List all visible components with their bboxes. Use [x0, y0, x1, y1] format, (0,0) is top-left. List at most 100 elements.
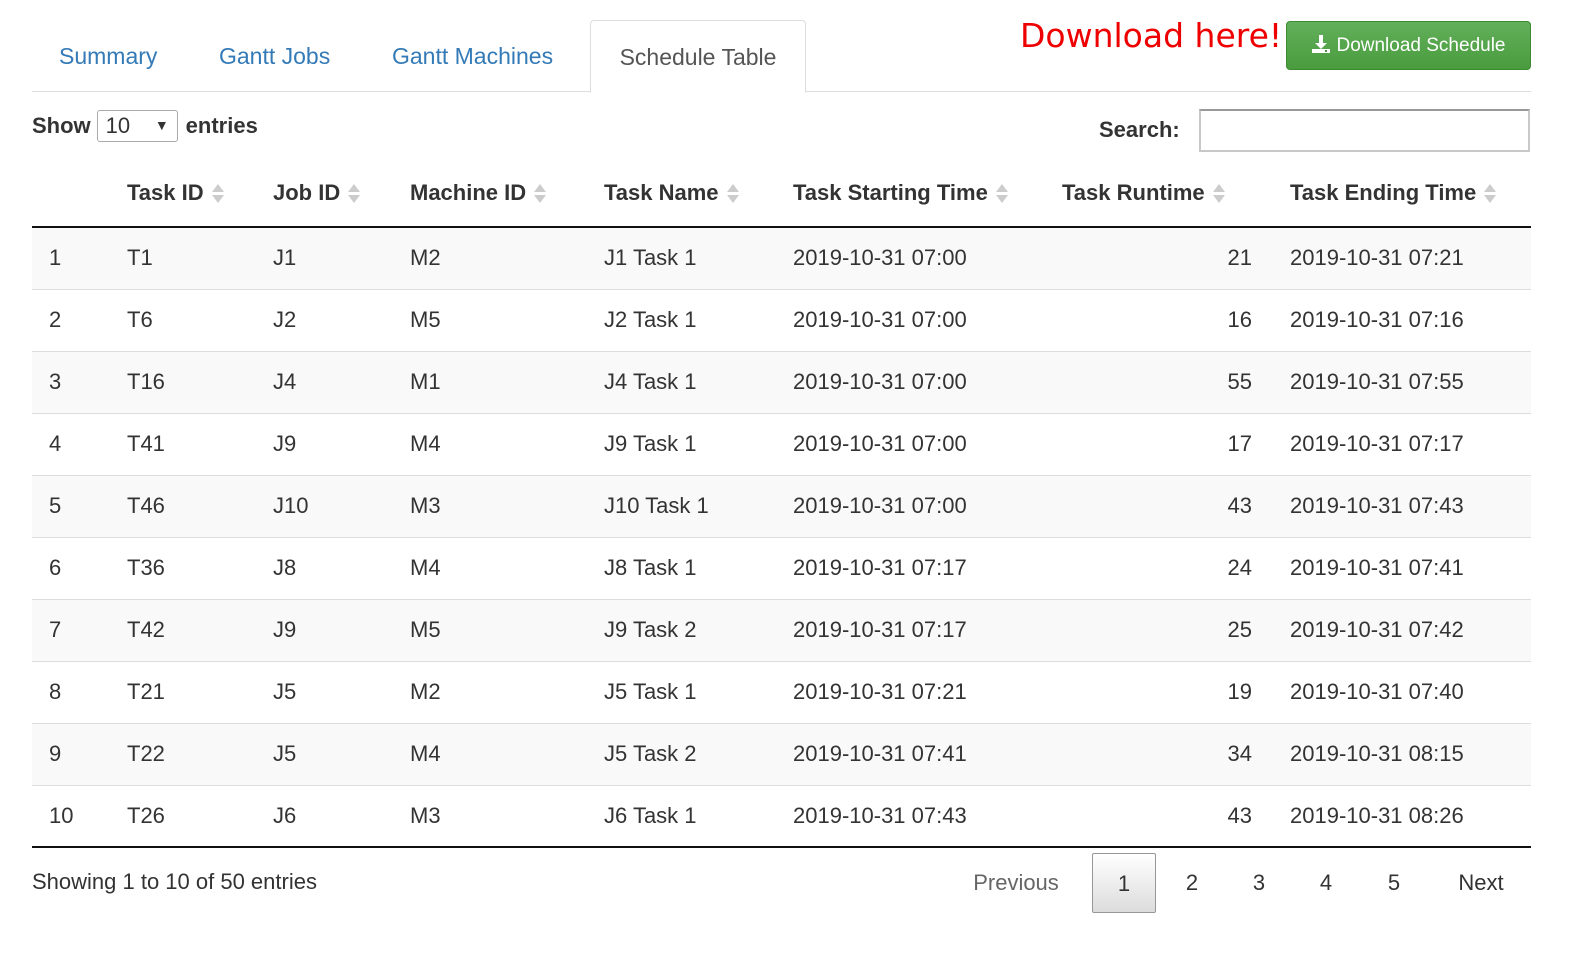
- table-cell: 2: [32, 288, 110, 351]
- page-button-4[interactable]: 4: [1294, 853, 1358, 913]
- table-cell: 2019-10-31 07:17: [775, 598, 1046, 661]
- table-cell: 24: [1046, 536, 1274, 599]
- table-cell: T46: [110, 474, 257, 537]
- table-cell: J5 Task 1: [586, 660, 775, 723]
- table-cell: 2019-10-31 07:40: [1274, 660, 1531, 723]
- table-cell: J1 Task 1: [604, 245, 697, 271]
- table-cell: 16: [1046, 288, 1274, 351]
- table-cell: 2019-10-31 08:15: [1274, 722, 1531, 785]
- sort-icon: [1484, 183, 1497, 205]
- table-cell: 2019-10-31 07:00: [775, 412, 1046, 475]
- column-header-task-runtime[interactable]: Task Runtime: [1046, 160, 1274, 228]
- table-cell: T22: [110, 722, 257, 785]
- table-cell: J8 Task 1: [586, 536, 775, 599]
- table-cell: 2019-10-31 07:00: [775, 350, 1046, 413]
- next-page-button[interactable]: Next: [1439, 853, 1523, 913]
- column-header-job-id[interactable]: Job ID: [257, 160, 394, 228]
- table-cell: 43: [1046, 784, 1274, 848]
- table-row: 3 T16 J4 M1 J4 Task 1 2019-10-31 07:00 55 2019-…: [32, 350, 1531, 413]
- table-cell: J10 Task 1: [586, 474, 775, 537]
- table-cell: 2019-10-31 07:16: [1274, 288, 1531, 351]
- table-cell: 2019-10-31 07:00: [775, 288, 1046, 351]
- length-entries-label: entries: [185, 113, 258, 138]
- search-input[interactable]: [1199, 109, 1530, 152]
- sort-icon: [348, 183, 361, 205]
- page-button-2[interactable]: 2: [1160, 853, 1224, 913]
- table-cell: 2019-10-31 07:43: [775, 784, 1046, 848]
- previous-page-button[interactable]: Previous: [948, 853, 1084, 913]
- table-cell: J2 Task 1: [586, 288, 775, 351]
- tab-gantt-machines[interactable]: Gantt Machines: [366, 20, 579, 92]
- column-header-task-id[interactable]: Task ID: [110, 160, 257, 228]
- table-cell: 2019-10-31 07:43: [1274, 474, 1531, 537]
- download-schedule-button[interactable]: Download Schedule: [1286, 21, 1531, 70]
- table-cell: J9: [257, 412, 394, 475]
- table-cell: 25: [1046, 598, 1274, 661]
- table-cell: J5 Task 2: [586, 722, 775, 785]
- table-cell: J5: [257, 722, 394, 785]
- table-row: 8 T21 J5 M2 J5 Task 1 2019-10-31 07:21 19 2019-…: [32, 660, 1531, 723]
- sort-icon: [726, 183, 739, 205]
- table-cell: 2019-10-31 07:41: [775, 722, 1046, 785]
- table-cell: 2019-10-31 07:21: [1290, 245, 1464, 271]
- tab-summary[interactable]: Summary: [33, 20, 183, 92]
- column-header-task-starting-time[interactable]: Task Starting Time: [775, 160, 1046, 228]
- table-cell: J5: [257, 660, 394, 723]
- table-cell: M4: [394, 722, 586, 785]
- caret-down-icon: ▼: [154, 117, 169, 133]
- table-cell: 2019-10-31 07:42: [1274, 598, 1531, 661]
- table-cell: 8: [32, 660, 110, 723]
- column-header-machine-id[interactable]: Machine ID: [394, 160, 586, 228]
- table-header-row: Task ID Job ID Machine ID Task Name Task…: [32, 160, 1531, 228]
- table-cell: 2019-10-31 07:00: [775, 474, 1046, 537]
- table-cell: 7: [32, 598, 110, 661]
- table-row: 6 T36 J8 M4 J8 Task 1 2019-10-31 07:17 24 2019-…: [32, 536, 1531, 599]
- sort-icon: [211, 183, 224, 205]
- table-cell: 9: [32, 722, 110, 785]
- entries-per-page-value: 10: [105, 113, 131, 138]
- table-cell: 21: [1227, 245, 1252, 271]
- table-cell: T36: [110, 536, 257, 599]
- table-cell: J1: [273, 245, 297, 271]
- table-cell: M3: [394, 474, 586, 537]
- table-row: 7 T42 J9 M5 J9 Task 2 2019-10-31 07:17 25 2019-…: [32, 598, 1531, 661]
- table-row: 10 T26 J6 M3 J6 Task 1 2019-10-31 07:43 43 2019…: [32, 784, 1531, 848]
- table-cell: 10: [32, 784, 110, 848]
- length-menu: Show 10 ▼ entries: [32, 110, 258, 142]
- page-button-1[interactable]: 1: [1092, 853, 1156, 913]
- table-cell: 2019-10-31 08:26: [1274, 784, 1531, 848]
- sort-icon: [995, 183, 1008, 205]
- table-row: 9 T22 J5 M4 J5 Task 2 2019-10-31 07:41 34 2019-…: [32, 722, 1531, 785]
- column-header-task-ending-time[interactable]: Task Ending Time: [1274, 160, 1531, 228]
- table-cell: 6: [32, 536, 110, 599]
- table-cell: 4: [32, 412, 110, 475]
- table-cell: J2: [257, 288, 394, 351]
- table-cell: T21: [110, 660, 257, 723]
- download-annotation: Download here!: [1020, 16, 1283, 55]
- table-cell: M2: [410, 245, 441, 271]
- page-button-3[interactable]: 3: [1227, 853, 1291, 913]
- table-cell: T26: [110, 784, 257, 848]
- tab-schedule-table[interactable]: Schedule Table: [590, 20, 806, 93]
- table-row: 5 T46 J10 M3 J10 Task 1 2019-10-31 07:00 43 201…: [32, 474, 1531, 537]
- column-header-index[interactable]: [32, 160, 110, 228]
- page-button-5[interactable]: 5: [1362, 853, 1426, 913]
- table-cell: T1: [127, 245, 153, 271]
- table-cell: M5: [394, 288, 586, 351]
- table-cell: J4 Task 1: [586, 350, 775, 413]
- column-header-task-name[interactable]: Task Name: [586, 160, 775, 228]
- sort-icon: [534, 183, 547, 205]
- tab-gantt-jobs[interactable]: Gantt Jobs: [193, 20, 356, 92]
- entries-per-page-select[interactable]: 10 ▼: [96, 110, 178, 142]
- table-cell: M4: [394, 536, 586, 599]
- table-cell: T42: [110, 598, 257, 661]
- table-cell: 2019-10-31 07:00: [793, 245, 967, 271]
- table-cell: J8: [257, 536, 394, 599]
- table-cell: J6 Task 1: [586, 784, 775, 848]
- table-cell: M5: [394, 598, 586, 661]
- table-cell: T6: [110, 288, 257, 351]
- table-cell: T16: [110, 350, 257, 413]
- table-cell: 19: [1046, 660, 1274, 723]
- length-show-label: Show: [32, 113, 91, 138]
- table-cell: M3: [394, 784, 586, 848]
